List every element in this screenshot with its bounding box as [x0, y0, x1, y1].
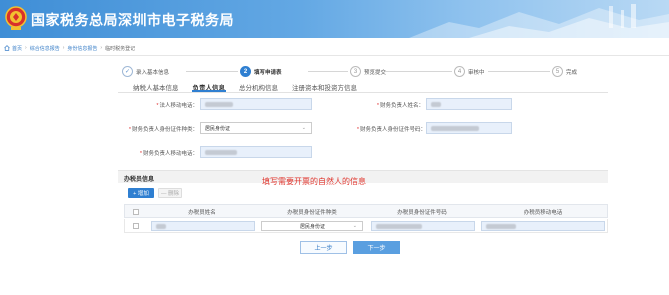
tax-agent-section-title: 办税员信息: [124, 177, 155, 183]
step-5-label: 完成: [566, 69, 578, 76]
table-header-row: 办税员姓名 办税员身份证件种类 办税员身份证件号码 办税员移动电话: [124, 204, 608, 218]
finance-name-field[interactable]: [426, 98, 512, 110]
step-4-number: 4: [454, 66, 465, 77]
tab-capital-investor-info[interactable]: 注册资本和投资方信息: [285, 79, 364, 92]
site-header: 国家税务总局深圳市电子税务局: [0, 0, 669, 38]
mountain-banner-graphic: [409, 4, 669, 38]
step-2-label: 填写申请表: [254, 69, 282, 76]
step-3: 3 预览提交: [350, 66, 386, 77]
finance-phone-label: *财务负责人移动电话：: [128, 149, 198, 157]
finance-id-type-select[interactable]: 居民身份证 ⌄: [200, 122, 312, 134]
redacted-value: [486, 224, 516, 229]
redacted-value: [205, 150, 237, 155]
step-1: ✓ 录入基本信息: [122, 66, 169, 77]
legal-phone-field[interactable]: [200, 98, 312, 110]
chevron-down-icon: ⌄: [352, 223, 357, 229]
agent-id-type-value: 居民身份证: [300, 224, 326, 230]
add-row-button[interactable]: + 增加: [128, 188, 154, 198]
finance-name-label-text: 财务负责人姓名：: [379, 103, 424, 109]
required-marker: *: [356, 127, 359, 133]
site-title: 国家税务总局深圳市电子税务局: [31, 13, 234, 29]
tabs-divider: [118, 92, 608, 93]
select-all-checkbox[interactable]: [133, 209, 139, 215]
breadcrumb-separator: ›: [62, 45, 65, 51]
redacted-value: [431, 126, 479, 131]
breadcrumb-identity-report[interactable]: 身份信息报告: [67, 45, 97, 52]
tab-responsible-person-info[interactable]: 负责人信息: [186, 79, 233, 92]
agent-name-field[interactable]: [151, 221, 255, 231]
step-connector: [488, 71, 550, 72]
breadcrumb-current: 临时税务登记: [105, 45, 136, 52]
breadcrumb-divider: [0, 55, 669, 56]
breadcrumb-comprehensive-report[interactable]: 综合信息报告: [30, 45, 60, 52]
breadcrumb-home[interactable]: 首页: [12, 45, 22, 52]
redacted-value: [431, 102, 441, 107]
tab-branch-info[interactable]: 总分机构信息: [232, 79, 285, 92]
redacted-value: [205, 102, 233, 107]
step-4: 4 审核中: [454, 66, 485, 77]
col-agent-id-type: 办税员身份证件种类: [287, 210, 337, 216]
required-marker: *: [139, 151, 142, 157]
finance-phone-label-text: 财务负责人移动电话：: [142, 151, 198, 157]
finance-id-no-label-text: 财务负责人身份证件号码：: [359, 127, 426, 133]
agent-id-type-select[interactable]: 居民身份证 ⌄: [261, 221, 363, 231]
finance-phone-field[interactable]: [200, 146, 312, 158]
breadcrumb: 首页 › 综合信息报告 › 身份信息报告 › 临时税务登记: [4, 43, 135, 53]
breadcrumb-separator: ›: [25, 45, 27, 51]
redacted-value: [376, 224, 422, 229]
step-5: 5 完成: [552, 66, 577, 77]
previous-step-button[interactable]: 上一步: [300, 241, 347, 254]
step-connector: [308, 71, 348, 72]
finance-id-no-label: *财务负责人身份证件号码：: [356, 125, 426, 133]
step-2-number: 2: [240, 66, 251, 77]
step-1-label: 录入基本信息: [136, 69, 170, 76]
step-connector: [186, 71, 238, 72]
legal-phone-label: *法人移动电话：: [130, 101, 198, 109]
row-checkbox[interactable]: [133, 223, 139, 229]
row-select-cell: [125, 219, 147, 233]
tab-taxpayer-basic-info[interactable]: 纳税人基本信息: [126, 79, 186, 92]
next-step-button[interactable]: 下一步: [353, 241, 400, 254]
chevron-down-icon: ⌄: [301, 125, 306, 131]
redacted-value: [156, 224, 166, 229]
col-agent-id-no: 办税员身份证件号码: [397, 210, 447, 216]
breadcrumb-separator: ›: [100, 45, 103, 51]
step-connector: [386, 71, 452, 72]
red-annotation-note: 填写需要开票的自然人的信息: [262, 177, 366, 186]
delete-row-button[interactable]: — 删除: [158, 188, 182, 198]
col-agent-name: 办税员姓名: [188, 210, 216, 216]
step-3-number: 3: [350, 66, 361, 77]
finance-id-no-field[interactable]: [426, 122, 512, 134]
legal-phone-label-text: 法人移动电话：: [159, 103, 198, 109]
required-marker: *: [376, 103, 379, 109]
tax-emblem-icon: [5, 6, 27, 30]
finance-id-type-label-text: 财务负责人身份证件种类：: [131, 127, 198, 133]
step-1-check-icon: ✓: [122, 66, 133, 77]
table-row: 居民身份证 ⌄: [124, 219, 608, 233]
info-tabs: 纳税人基本信息 负责人信息 总分机构信息 注册资本和投资方信息: [126, 79, 364, 92]
agent-phone-field[interactable]: [481, 221, 605, 231]
finance-id-type-value: 居民身份证: [205, 126, 231, 132]
col-agent-phone: 办税员移动电话: [523, 210, 563, 216]
finance-name-label: *财务负责人姓名：: [358, 101, 424, 109]
step-4-label: 审核中: [468, 69, 485, 76]
step-5-number: 5: [552, 66, 563, 77]
step-3-label: 预览提交: [364, 69, 387, 76]
step-2: 2 填写申请表: [240, 66, 282, 77]
progress-stepper: ✓ 录入基本信息 2 填写申请表 3 预览提交 4 审核中 5 完成: [118, 64, 578, 80]
home-icon: [4, 45, 10, 51]
required-marker: *: [128, 127, 131, 133]
finance-id-type-label: *财务负责人身份证件种类：: [128, 125, 198, 133]
agent-id-no-field[interactable]: [371, 221, 475, 231]
select-all-cell: [125, 205, 147, 219]
